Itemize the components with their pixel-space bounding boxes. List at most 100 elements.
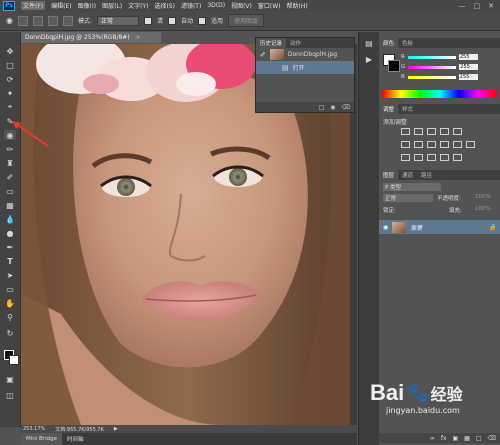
color-spectrum[interactable]: [382, 90, 497, 98]
tab-swatches[interactable]: 色板: [398, 38, 417, 48]
posterize-adjust-icon[interactable]: [414, 154, 423, 161]
color-bg-swatch[interactable]: [388, 60, 400, 72]
history-snapshot[interactable]: ✐ DonnDbqplH.jpg: [256, 48, 354, 61]
use-layer-button[interactable]: 使用图层: [228, 14, 265, 27]
vibrance-adjust-icon[interactable]: [453, 128, 462, 135]
crop-tool-icon[interactable]: ⌖: [4, 102, 16, 112]
channel-g-slider[interactable]: [408, 65, 457, 69]
marquee-tool-icon[interactable]: □: [4, 60, 16, 70]
history-brush-source-icon[interactable]: ✐: [260, 51, 266, 59]
menu-image[interactable]: 图像(I): [78, 1, 96, 10]
menu-view[interactable]: 视图(V): [231, 1, 252, 10]
tool-preset-icon[interactable]: ◉: [6, 16, 13, 25]
levels-adjust-icon[interactable]: [414, 128, 423, 135]
actions-panel-icon[interactable]: ▶: [363, 54, 375, 64]
folder-icon[interactable]: ▦: [464, 435, 470, 442]
blend-mode-select[interactable]: 正常: [383, 194, 433, 202]
color-lookup-adjust-icon[interactable]: [466, 141, 475, 148]
tab-actions[interactable]: 动作: [286, 38, 305, 48]
layer-background[interactable]: ◉ 背景 🔒: [379, 220, 500, 234]
sample-checkbox[interactable]: [144, 16, 153, 25]
type-tool-icon[interactable]: T: [4, 256, 16, 266]
opacity-value[interactable]: 100%: [475, 194, 491, 200]
close-window-button[interactable]: ✕: [488, 2, 494, 10]
hand-tool-icon[interactable]: ✋: [4, 298, 16, 308]
invert-adjust-icon[interactable]: [401, 154, 410, 161]
tab-paths[interactable]: 路径: [417, 170, 436, 180]
channel-r-value[interactable]: 255: [458, 54, 478, 60]
gradient-tool-icon[interactable]: ▦: [4, 200, 16, 210]
subtract-selection-icon[interactable]: [47, 15, 58, 26]
lasso-tool-icon[interactable]: ⟳: [4, 74, 16, 84]
add-selection-icon[interactable]: [32, 15, 43, 26]
channel-g-value[interactable]: 255: [459, 64, 479, 70]
menu-filter[interactable]: 滤镜(T): [181, 1, 201, 10]
new-selection-icon[interactable]: [17, 15, 28, 26]
close-document-icon[interactable]: ×: [136, 34, 141, 41]
menu-window[interactable]: 窗口(W): [258, 1, 281, 10]
tab-timeline[interactable]: 时间轴: [62, 433, 89, 445]
channel-mixer-adjust-icon[interactable]: [453, 141, 462, 148]
brightness-adjust-icon[interactable]: [401, 128, 410, 135]
exposure-adjust-icon[interactable]: [440, 128, 449, 135]
apply-checkbox[interactable]: [198, 16, 207, 25]
quick-select-tool-icon[interactable]: ✦: [4, 88, 16, 98]
mode-select[interactable]: 正常: [97, 15, 140, 26]
tab-channels[interactable]: 通道: [398, 170, 417, 180]
curves-adjust-icon[interactable]: [427, 128, 436, 135]
tab-adjustments[interactable]: 调整: [379, 104, 399, 114]
minimize-button[interactable]: —: [459, 2, 466, 10]
delete-layer-icon[interactable]: ⌫: [488, 435, 496, 442]
pen-tool-icon[interactable]: ✒: [4, 242, 16, 252]
layer-kind-filter[interactable]: P 类型: [383, 183, 441, 191]
path-select-tool-icon[interactable]: ➤: [4, 270, 16, 280]
menu-edit[interactable]: 编辑(E): [51, 1, 71, 10]
camera-icon[interactable]: ◉: [330, 104, 335, 111]
rotate-view-icon[interactable]: ↻: [4, 328, 16, 338]
eye-icon[interactable]: ◉: [383, 224, 388, 231]
tab-history[interactable]: 历史记录: [256, 38, 287, 48]
zoom-level[interactable]: 253.17%: [23, 426, 45, 432]
photo-filter-adjust-icon[interactable]: [440, 141, 449, 148]
menu-help[interactable]: 帮助(H): [287, 1, 308, 10]
stamp-tool-icon[interactable]: ♜: [4, 158, 16, 168]
history-step[interactable]: ▤ 打开: [256, 61, 354, 74]
menu-select[interactable]: 选择(S): [154, 1, 175, 10]
fill-value[interactable]: 100%: [475, 206, 491, 212]
selective-color-adjust-icon[interactable]: [453, 154, 462, 161]
menu-3d[interactable]: 3D(D): [207, 2, 225, 9]
mask-icon[interactable]: ▣: [453, 435, 459, 442]
move-tool-icon[interactable]: ✥: [4, 46, 16, 56]
menu-type[interactable]: 文字(Y): [128, 1, 148, 10]
tab-color[interactable]: 颜色: [379, 38, 399, 48]
auto-checkbox[interactable]: [168, 16, 177, 25]
threshold-adjust-icon[interactable]: [427, 154, 436, 161]
zoom-tool-icon[interactable]: ⚲: [4, 312, 16, 322]
maximize-button[interactable]: □: [474, 2, 481, 10]
history-panel-icon[interactable]: ▤: [363, 38, 375, 48]
fx-icon[interactable]: fx: [441, 435, 447, 442]
channel-b-value[interactable]: 255: [458, 74, 478, 80]
trash-icon[interactable]: ⌫: [342, 104, 350, 111]
color-balance-adjust-icon[interactable]: [414, 141, 423, 148]
eraser-tool-icon[interactable]: ▭: [4, 186, 16, 196]
tab-layers[interactable]: 图层: [379, 170, 399, 180]
tab-mini-bridge[interactable]: Mini Bridge: [21, 433, 62, 445]
menu-file[interactable]: 文件(F): [21, 1, 46, 10]
channel-r-slider[interactable]: [407, 55, 456, 59]
new-layer-icon[interactable]: □: [476, 435, 482, 442]
document-tab[interactable]: DonnDbqplH.jpg @ 253%(RGB/8#) ×: [21, 32, 161, 43]
intersect-selection-icon[interactable]: [62, 15, 73, 26]
link-layers-icon[interactable]: ∞: [430, 435, 435, 442]
screen-mode-icon[interactable]: ◫: [4, 390, 16, 400]
status-arrow-icon[interactable]: ▶: [114, 426, 118, 432]
new-document-icon[interactable]: □: [319, 104, 325, 111]
menu-layer[interactable]: 图层(L): [102, 1, 122, 10]
black-white-adjust-icon[interactable]: [427, 141, 436, 148]
shape-tool-icon[interactable]: ▭: [4, 284, 16, 294]
background-color-swatch[interactable]: [9, 355, 19, 365]
hue-saturation-adjust-icon[interactable]: [401, 141, 410, 148]
tab-styles[interactable]: 样式: [398, 104, 417, 114]
blur-tool-icon[interactable]: 💧: [4, 214, 16, 224]
history-brush-tool-icon[interactable]: ✐: [4, 172, 16, 182]
